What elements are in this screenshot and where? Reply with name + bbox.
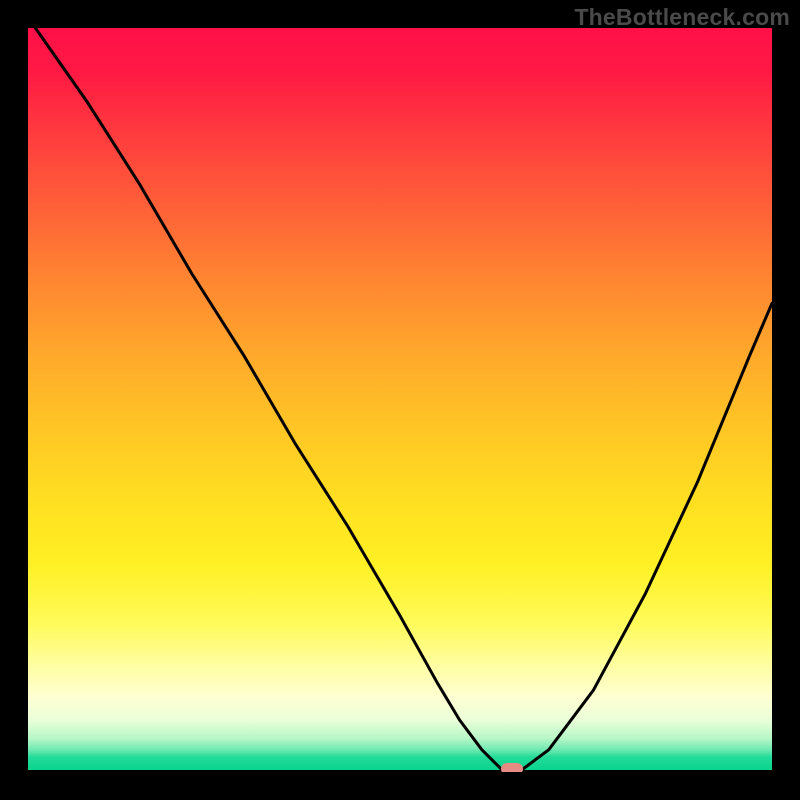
chart-frame: TheBottleneck.com: [0, 0, 800, 800]
optimum-marker: [501, 763, 523, 772]
x-axis-baseline: [28, 770, 772, 772]
watermark-text: TheBottleneck.com: [574, 4, 790, 31]
bottleneck-curve: [28, 28, 772, 772]
plot-area: [28, 28, 772, 772]
curve-path: [35, 28, 772, 772]
